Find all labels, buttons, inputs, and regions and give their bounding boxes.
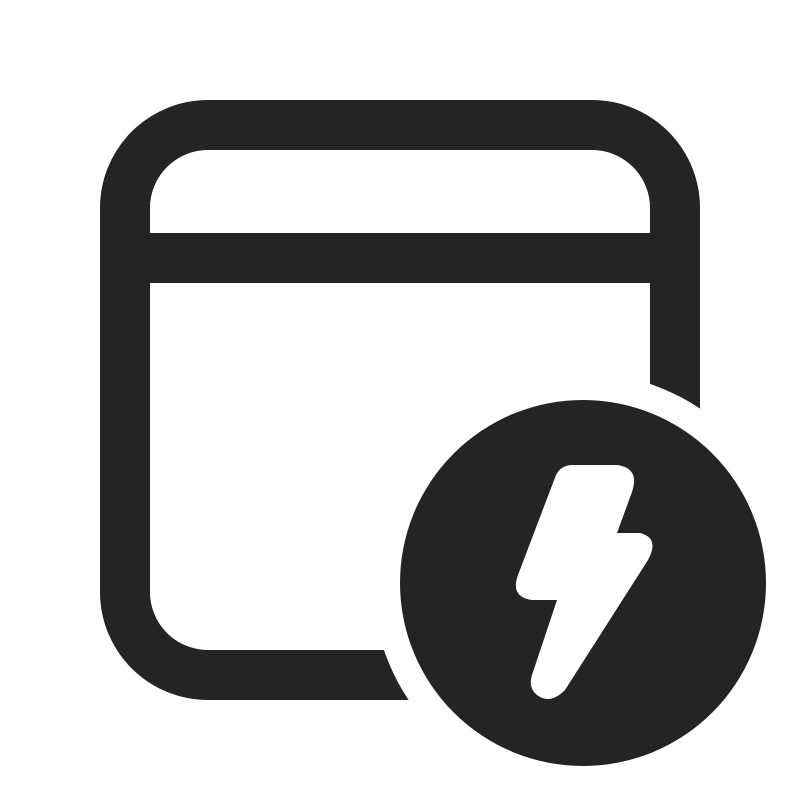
header-divider (125, 233, 675, 283)
calendar-lightning-icon (100, 100, 766, 766)
icon-canvas (0, 0, 800, 800)
